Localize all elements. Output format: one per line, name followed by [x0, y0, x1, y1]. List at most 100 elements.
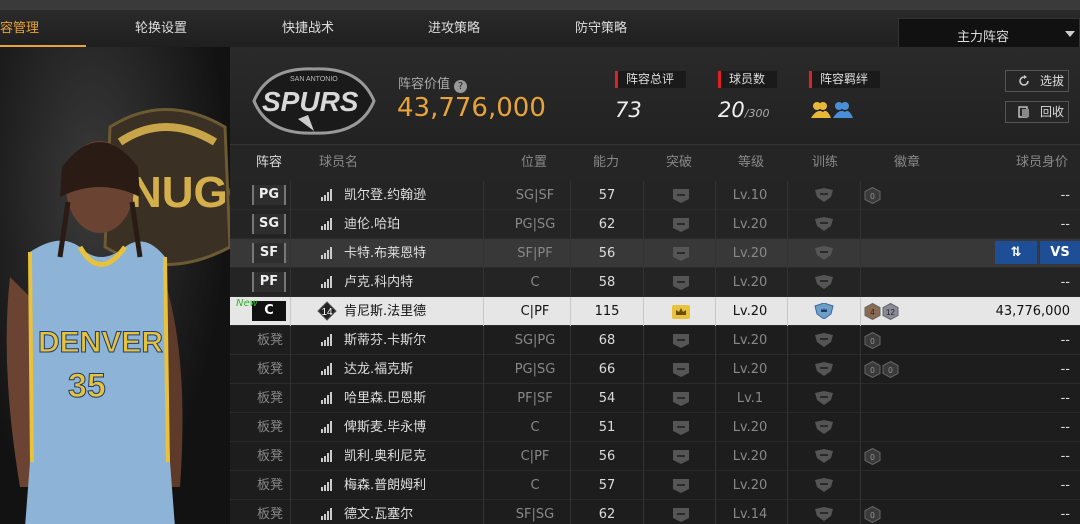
spurs-logo-text: SPURS — [262, 86, 359, 117]
table-row[interactable]: 板凳 凯利.奥利尼克 C|PF 56 Lv.20 0 -- — [230, 442, 1080, 471]
position-slot-badge[interactable]: PF — [252, 272, 286, 292]
col-value[interactable]: 球员身价 — [1016, 145, 1068, 181]
player-name[interactable]: 梅森.普朗姆利 — [344, 471, 426, 500]
breakthrough-crown-icon — [672, 305, 690, 319]
player-name[interactable]: 达龙.福克斯 — [344, 355, 413, 384]
signal-bars-icon — [321, 421, 332, 433]
table-row[interactable]: SF 卡特.布莱恩特 SF|PF 56 Lv.20 ⇅ VS — [230, 239, 1080, 268]
table-row[interactable]: C New 14 肯尼斯.法里德 C|PF 115 Lv.20 4 12 43,776,000 — [230, 297, 1080, 326]
lineup-dropdown[interactable]: 主力阵容 — [898, 18, 1080, 50]
table-row[interactable]: 板凳 梅森.普朗姆利 C 57 Lv.20 -- — [230, 471, 1080, 500]
tab-defense-strategy[interactable]: 防守策略 — [575, 10, 627, 47]
roster-table: 阵容 球员名 位置 能力 突破 等级 训练 徽章 球员身价 PG 凯尔登.约翰逊 S… — [230, 145, 1080, 524]
player-level: Lv.20 — [732, 449, 768, 464]
badge-hexagon-icon: 0 — [882, 361, 899, 378]
bond-icons[interactable] — [809, 98, 880, 124]
player-figure: DENVER 35 — [6, 141, 183, 524]
column-divider — [570, 297, 571, 326]
player-portrait-panel: NUGGETS DENVER 35 — [0, 47, 230, 524]
swap-button[interactable]: ⇅ — [995, 241, 1037, 264]
column-divider — [570, 384, 571, 413]
player-ability: 51 — [598, 420, 616, 435]
column-divider — [860, 181, 861, 210]
breakthrough-icon — [673, 334, 689, 348]
table-row[interactable]: 板凳 达龙.福克斯 PG|SG 66 Lv.20 0 0 -- — [230, 355, 1080, 384]
column-divider — [483, 210, 484, 239]
tab-quick-tactics[interactable]: 快捷战术 — [282, 10, 334, 47]
player-name[interactable]: 肯尼斯.法里德 — [344, 297, 426, 326]
lineup-rating-stat: 阵容总评 73 — [615, 71, 687, 122]
table-row[interactable]: PG 凯尔登.约翰逊 SG|SF 57 Lv.10 0 -- — [230, 181, 1080, 210]
table-row[interactable]: 板凳 斯蒂芬.卡斯尔 SG|PG 68 Lv.20 0 -- — [230, 326, 1080, 355]
signal-bars-icon — [321, 392, 332, 404]
player-position: C — [530, 275, 540, 290]
column-divider — [860, 297, 861, 326]
table-row[interactable]: PF 卢克.科内特 C 58 Lv.20 -- — [230, 268, 1080, 297]
select-button[interactable]: 选拔 — [1005, 70, 1069, 92]
breakthrough-icon — [673, 421, 689, 435]
player-value: 43,776,000 — [995, 304, 1070, 319]
table-row[interactable]: SG 迪伦.哈珀 PG|SG 62 Lv.20 -- — [230, 210, 1080, 239]
tab-lineup-management[interactable]: 容管理 — [0, 10, 39, 47]
column-divider — [860, 326, 861, 355]
column-divider — [483, 442, 484, 471]
column-divider — [787, 471, 788, 500]
player-name[interactable]: 俾斯麦.毕永博 — [344, 413, 426, 442]
tab-offense-strategy[interactable]: 进攻策略 — [428, 10, 480, 47]
player-name[interactable]: 迪伦.哈珀 — [344, 210, 400, 239]
compare-vs-button[interactable]: VS — [1040, 241, 1080, 264]
col-position[interactable]: 位置 — [521, 145, 547, 181]
tab-rotation-settings[interactable]: 轮换设置 — [135, 10, 187, 47]
col-slot[interactable]: 阵容 — [256, 145, 282, 181]
recycle-button[interactable]: 回收 — [1005, 101, 1069, 123]
position-slot-badge[interactable]: SF — [252, 243, 286, 263]
column-divider — [715, 413, 716, 442]
column-divider — [715, 500, 716, 524]
player-ability: 57 — [598, 478, 616, 493]
col-training[interactable]: 训练 — [812, 145, 838, 181]
table-row[interactable]: 板凳 哈里森.巴恩斯 PF|SF 54 Lv.1 -- — [230, 384, 1080, 413]
lineup-value-label-text: 阵容价值 — [398, 77, 451, 92]
position-slot-badge[interactable]: SG — [252, 214, 286, 234]
column-divider — [787, 355, 788, 384]
training-shield-icon — [814, 303, 834, 319]
player-name[interactable]: 斯蒂芬.卡斯尔 — [344, 326, 426, 355]
player-count-max: /300 — [744, 107, 770, 120]
player-name[interactable]: 卡特.布莱恩特 — [344, 239, 426, 268]
player-name[interactable]: 德文.瓦塞尔 — [344, 500, 413, 524]
player-position: SF|SG — [515, 507, 555, 522]
signal-bars-icon — [321, 450, 332, 462]
column-divider — [643, 442, 644, 471]
column-divider — [715, 268, 716, 297]
player-value: -- — [1060, 188, 1070, 203]
column-divider — [290, 181, 291, 210]
player-level: Lv.14 — [732, 507, 768, 522]
column-divider — [715, 471, 716, 500]
bench-label: 板凳 — [257, 449, 284, 464]
player-name[interactable]: 哈里森.巴恩斯 — [344, 384, 426, 413]
column-divider — [570, 500, 571, 524]
column-divider — [570, 471, 571, 500]
bond-players-icon[interactable] — [809, 98, 853, 120]
table-row[interactable]: 板凳 俾斯麦.毕永博 C 51 Lv.20 -- — [230, 413, 1080, 442]
column-divider — [483, 384, 484, 413]
col-ability[interactable]: 能力 — [593, 145, 619, 181]
column-divider — [483, 413, 484, 442]
training-icon — [815, 391, 833, 405]
player-name[interactable]: 凯利.奥利尼克 — [344, 442, 426, 471]
col-badges[interactable]: 徽章 — [894, 145, 920, 181]
player-value: -- — [1060, 478, 1070, 493]
player-name[interactable]: 凯尔登.约翰逊 — [344, 181, 426, 210]
column-divider — [570, 442, 571, 471]
col-name[interactable]: 球员名 — [319, 145, 358, 181]
col-breakthrough[interactable]: 突破 — [666, 145, 692, 181]
player-level: Lv.20 — [732, 478, 768, 493]
player-name[interactable]: 卢克.科内特 — [344, 268, 413, 297]
position-slot-badge[interactable]: PG — [252, 185, 286, 205]
lineup-rating-value: 73 — [615, 98, 642, 122]
table-row[interactable]: 板凳 德文.瓦塞尔 SF|SG 62 Lv.14 0 -- — [230, 500, 1080, 524]
col-level[interactable]: 等级 — [738, 145, 764, 181]
help-icon[interactable]: ? — [454, 80, 468, 93]
player-level: Lv.10 — [732, 188, 768, 203]
training-icon — [815, 420, 833, 434]
